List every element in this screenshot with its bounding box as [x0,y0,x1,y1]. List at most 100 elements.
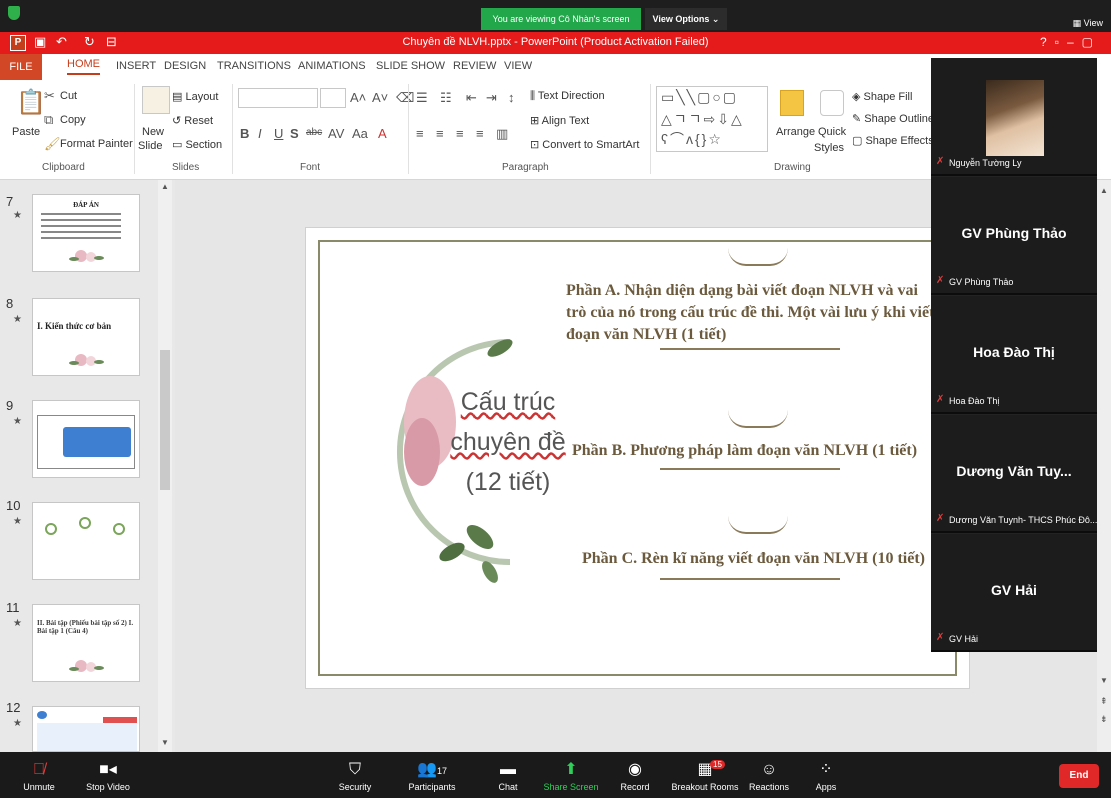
view-button[interactable]: ▦ View [1073,18,1103,29]
shape-effects-icon: ▢ [852,135,866,147]
font-color-icon[interactable]: A [378,126,387,141]
tab-insert[interactable]: INSERT [116,60,156,72]
participant-tile[interactable]: GV Phùng Thảo ✗ GV Phùng Thảo [931,177,1097,295]
thumbnail-scrollbar[interactable]: ▲ ▼ [158,180,172,752]
font-name-select[interactable] [238,88,318,108]
security-button[interactable]: ⛉ Security [330,752,380,798]
tab-transitions[interactable]: TRANSITIONS [217,60,291,72]
align-center-icon[interactable]: ≡ [436,126,444,141]
layout-button[interactable]: ▤ Layout [172,90,218,103]
scrollbar-thumb[interactable] [160,350,170,490]
slide-canvas[interactable]: Cấu trúc chuyên đề (12 tiết) Phần A. Nhậ… [305,227,970,689]
new-slide-icon[interactable] [142,86,170,114]
participants-button[interactable]: 👥17 Participants [400,752,464,798]
columns-icon[interactable]: ▥ [496,126,508,142]
slide-thumbnail[interactable]: I. Kiến thức cơ bản [32,298,140,376]
format-painter-button[interactable]: Format Painter [60,138,133,150]
star-icon: ★ [13,618,22,629]
align-left-icon[interactable]: ≡ [416,126,424,141]
slide-thumbnail[interactable]: II. Bài tập (Phiếu bài tập số 2) I. Bài … [32,604,140,682]
copy-button[interactable]: Copy [60,114,86,126]
arrange-button[interactable]: Arrange [776,126,815,138]
outdent-icon[interactable]: ⇥ [486,90,497,106]
unmute-button[interactable]: 🎙̸ Unmute [14,752,64,798]
tab-home[interactable]: HOME [67,58,100,75]
participant-tile[interactable]: Dương Văn Tuy... ✗ Dương Văn Tuynh- THCS… [931,415,1097,533]
slide-thumbnail-pane[interactable]: 7 ★ ĐÁP ÁN 8 ★ I. Kiến thức cơ bản 9 ★ 1 [0,180,175,752]
line-spacing-icon[interactable]: ↕ [508,90,515,105]
scroll-down-icon[interactable]: ▼ [161,738,169,747]
chart-title-box[interactable]: Cấu trúc chuyên đề (12 tiết) [448,382,568,502]
new-slide-label-1[interactable]: New [142,126,164,138]
quick-styles-label-2[interactable]: Styles [814,142,844,154]
align-text-button[interactable]: ⊞ Align Text [530,114,589,127]
shape-effects-button[interactable]: ▢ Shape Effects [852,134,934,147]
apps-button[interactable]: ⁘ Apps [804,752,848,798]
slide-thumbnail[interactable]: ĐÁP ÁN [32,194,140,272]
star-icon: ★ [13,314,22,325]
font-size-decrease-icon[interactable]: A˅ [372,90,388,105]
clear-formatting-icon[interactable]: ⌫ [396,90,414,106]
font-size-select[interactable] [320,88,346,108]
participant-tile[interactable]: GV Hải ✗ GV Hải [931,534,1097,652]
slide-thumbnail[interactable] [32,706,140,752]
slide-scrollbar[interactable]: ▲ ▼ ⇞ ⇟ [1097,180,1111,752]
stop-video-button[interactable]: ■◂ Stop Video [78,752,138,798]
next-slide-icon[interactable]: ⇟ [1100,714,1108,725]
ornament [728,410,788,428]
view-options-button[interactable]: View Options ⌄ [645,8,727,30]
bold-icon[interactable]: B [240,126,249,141]
tab-design[interactable]: DESIGN [164,60,206,72]
reset-button[interactable]: ↺ Reset [172,114,213,127]
strikethrough-icon[interactable]: abc [306,127,322,138]
end-meeting-button[interactable]: End [1059,764,1099,788]
tab-animations[interactable]: ANIMATIONS [298,60,366,72]
participant-tile[interactable]: ✗ Nguyễn Tường Ly [931,58,1097,176]
bullets-icon[interactable]: ☰ [416,90,428,106]
underline-icon[interactable]: U [274,126,283,141]
tab-slide-show[interactable]: SLIDE SHOW [376,60,445,72]
window-controls[interactable]: ?▫–▢ [1040,35,1101,49]
shield-icon[interactable] [8,6,20,20]
slide-thumbnail[interactable] [32,400,140,478]
scroll-down-icon[interactable]: ▼ [1100,676,1108,685]
chat-button[interactable]: ▬ Chat [488,752,528,798]
paste-button[interactable]: Paste [12,126,40,138]
paste-icon[interactable]: 📋 [16,88,46,117]
new-slide-label-2[interactable]: Slide [138,140,162,152]
shape-outline-button[interactable]: ✎ Shape Outline [852,112,934,125]
scroll-up-icon[interactable]: ▲ [1100,186,1108,195]
breakout-rooms-button[interactable]: ▦ 15 Breakout Rooms [666,752,744,798]
change-case-icon[interactable]: Aa [352,126,368,141]
numbering-icon[interactable]: ☷ [440,90,452,106]
tab-review[interactable]: REVIEW [453,60,496,72]
shadow-icon[interactable]: S [290,126,299,141]
text-direction-button[interactable]: ⫼ Text Direction [530,90,605,103]
flower-icon [69,660,104,672]
quick-styles-label-1[interactable]: Quick [818,126,846,138]
share-screen-button[interactable]: ⬆ Share Screen [540,752,602,798]
scroll-up-icon[interactable]: ▲ [161,182,169,191]
align-right-icon[interactable]: ≡ [456,126,464,141]
part-c-text[interactable]: Phần C. Rèn kĩ năng viết đoạn văn NLVH (… [582,548,952,570]
font-size-increase-icon[interactable]: A˄ [350,90,366,105]
part-a-text[interactable]: Phần A. Nhận diện dạng bài viết đoạn NLV… [566,280,936,346]
cut-button[interactable]: Cut [60,90,77,102]
shape-fill-button[interactable]: ◈ Shape Fill [852,90,912,103]
viewing-banner: You are viewing Cô Nhàn's screen [481,8,641,30]
reactions-button[interactable]: ☺ Reactions [744,752,794,798]
convert-smartart-button[interactable]: ⊡ Convert to SmartArt [530,138,639,151]
indent-icon[interactable]: ⇤ [466,90,477,106]
tab-view[interactable]: VIEW [504,60,532,72]
part-b-text[interactable]: Phần B. Phương pháp làm đoạn văn NLVH (1… [572,440,942,462]
tab-file[interactable]: FILE [0,54,42,80]
previous-slide-icon[interactable]: ⇞ [1100,696,1108,707]
shapes-gallery[interactable]: ▭╲╲▢○▢ △ㄱㄱ⇨⇩△ ʕ⌒ʌ{}☆ [656,86,768,152]
record-button[interactable]: ◉ Record [614,752,656,798]
character-spacing-icon[interactable]: AV [328,126,344,141]
justify-icon[interactable]: ≡ [476,126,484,141]
participant-tile[interactable]: Hoa Đào Thị ✗ Hoa Đào Thị [931,296,1097,414]
section-button[interactable]: ▭ Section [172,138,222,151]
slide-thumbnail[interactable] [32,502,140,580]
italic-icon[interactable]: I [258,126,262,141]
